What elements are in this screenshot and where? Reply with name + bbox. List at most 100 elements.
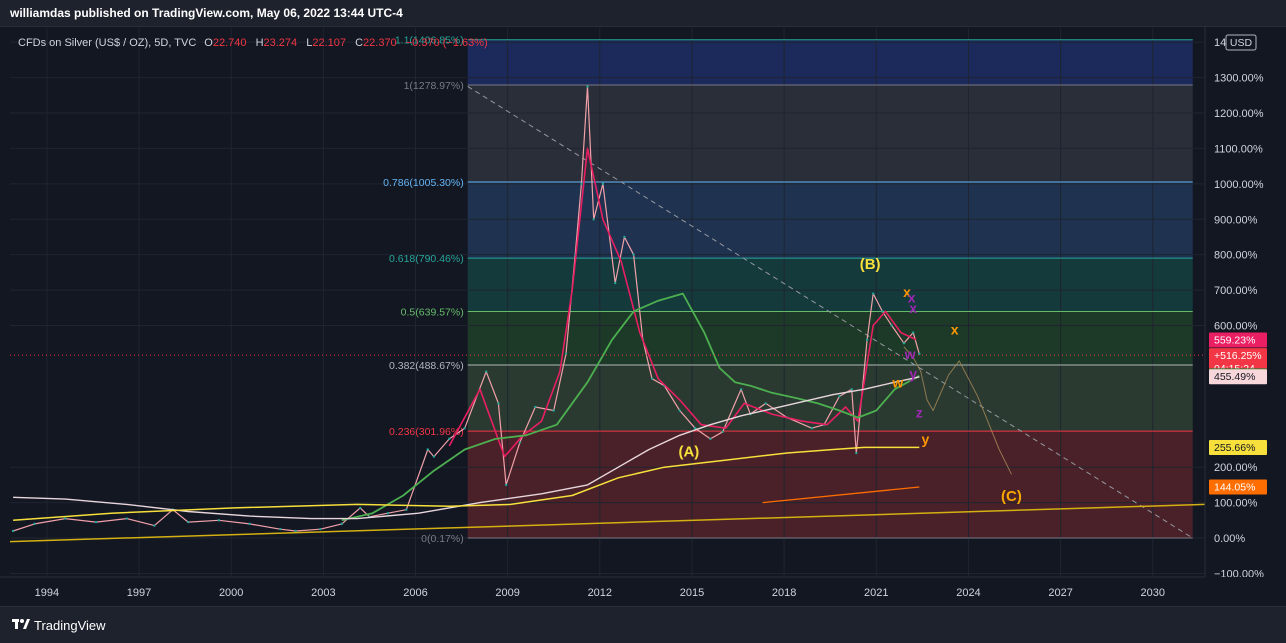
price-point — [810, 427, 813, 430]
y-tick-label: 1300.00% — [1214, 73, 1264, 85]
price-point — [125, 517, 128, 520]
wave-label-6[interactable]: x — [951, 321, 959, 337]
y-tick-label: 1100.00% — [1214, 143, 1263, 155]
high-label: H — [256, 37, 264, 49]
currency-label: USD — [1230, 37, 1253, 49]
fib-label-0.786: 0.786(1005.30%) — [383, 177, 464, 189]
price-point — [11, 529, 15, 533]
fib-zones — [467, 39, 1193, 538]
price-point — [294, 529, 297, 533]
publish-info: williamdas published on TradingView.com,… — [10, 6, 403, 20]
x-tick-label: 2012 — [588, 587, 612, 599]
price-point — [709, 437, 712, 441]
price-point — [518, 441, 522, 444]
price-point — [592, 218, 595, 221]
price-point — [248, 522, 251, 526]
price-badge-label: 255.66% — [1214, 442, 1255, 454]
fib-zone-6 — [467, 431, 1193, 538]
wave-label-5[interactable]: x — [909, 300, 917, 316]
x-tick-label: 2030 — [1141, 587, 1165, 599]
symbol-name[interactable]: CFDs on Silver (US$ / OZ), 5D, TVC — [18, 37, 196, 49]
wave-label-8[interactable]: w — [904, 346, 916, 362]
fib-label-0: 0(0.17%) — [421, 533, 464, 545]
wave-label-7[interactable]: w — [891, 375, 903, 391]
price-point — [881, 310, 884, 313]
x-tick-label: 1994 — [35, 587, 59, 599]
symbol-legend[interactable]: CFDs on Silver (US$ / OZ), 5D, TVC O22.7… — [12, 34, 532, 52]
price-point — [911, 331, 915, 334]
wave-label-10[interactable]: z — [916, 405, 923, 421]
footer-bar: TradingView — [0, 606, 1286, 643]
price-point — [580, 182, 583, 186]
wave-label-0[interactable]: (B) — [860, 256, 881, 273]
publish-bar: williamdas published on TradingView.com,… — [0, 0, 1286, 27]
price-point — [319, 527, 322, 531]
x-tick-label: 2009 — [495, 587, 519, 599]
price-point — [94, 520, 98, 524]
price-point — [678, 409, 681, 412]
x-tick-label: 2003 — [311, 587, 335, 599]
price-point — [865, 338, 869, 341]
wave-label-1[interactable]: (A) — [678, 444, 699, 461]
time-axis[interactable]: 1994 1997 2000 2003 2006 2009 2012 2015 2018 2021… — [0, 576, 1286, 606]
close-value: 22.370 — [363, 37, 397, 49]
price-point — [426, 448, 429, 451]
price-point — [721, 430, 724, 433]
open-value: 22.740 — [213, 37, 247, 49]
price-point — [613, 281, 617, 285]
tradingview-brand[interactable]: TradingView — [34, 618, 106, 633]
price-point — [340, 522, 343, 526]
price-point — [33, 522, 36, 526]
high-value: 23.274 — [264, 37, 298, 49]
price-point — [850, 388, 853, 391]
x-tick-label: 2018 — [772, 587, 796, 599]
price-point — [186, 520, 190, 524]
price-point — [359, 506, 362, 510]
price-point — [739, 388, 743, 391]
price-point — [64, 517, 67, 520]
price-point — [872, 292, 875, 295]
y-tick-label: 200.00% — [1214, 462, 1258, 474]
price-point — [623, 235, 626, 239]
y-tick-label: 0.00% — [1214, 533, 1245, 545]
time-axis-bg — [0, 577, 1286, 606]
change-value: −0.370 (−1.63%) — [406, 37, 488, 49]
price-point — [448, 437, 451, 441]
price-point — [890, 324, 893, 327]
price-point — [764, 402, 767, 405]
price-point — [484, 370, 488, 373]
y-tick-label: 800.00% — [1214, 250, 1258, 262]
price-point — [432, 455, 436, 458]
wave-label-11[interactable]: y — [922, 431, 930, 447]
x-tick-label: 2021 — [864, 587, 888, 599]
price-point — [504, 483, 508, 487]
wave-label-2[interactable]: (C) — [1001, 488, 1022, 505]
fib-zone-3 — [467, 258, 1193, 312]
tradingview-logo-icon[interactable] — [12, 617, 30, 631]
fib-zone-0 — [467, 39, 1193, 86]
close-label: C — [355, 37, 363, 49]
price-point — [838, 395, 841, 398]
price-point — [855, 451, 858, 455]
price-point — [552, 409, 555, 412]
ohlc-values: O22.740 H23.274 L22.107 C22.370 −0.370 (… — [204, 37, 487, 49]
y-tick-label: 14 — [1214, 37, 1226, 49]
price-point — [534, 405, 537, 409]
wave-label-9[interactable]: y — [909, 366, 917, 382]
price-point — [405, 508, 408, 511]
price-point — [902, 342, 906, 345]
y-tick-label: 1200.00% — [1214, 108, 1264, 120]
x-tick-label: 2000 — [219, 587, 243, 599]
price-point — [632, 253, 635, 256]
x-tick-label: 2006 — [403, 587, 427, 599]
fib-zone-1 — [467, 85, 1193, 182]
price-point — [279, 527, 282, 531]
fib-label-0.5: 0.5(639.57%) — [401, 307, 464, 319]
price-point — [650, 377, 654, 380]
chart-canvas[interactable]: 1.1(1406.85%)1(1278.97%)0.786(1005.30%)0… — [0, 0, 1286, 606]
price-point — [586, 85, 589, 88]
low-value: 22.107 — [312, 37, 346, 49]
price-axis[interactable]: 14 1300.00% 1200.00% 1100.00% 1000.00% 900.00… — [1204, 26, 1286, 580]
price-point — [386, 512, 390, 515]
fib-label-1: 1(1278.97%) — [404, 80, 464, 92]
